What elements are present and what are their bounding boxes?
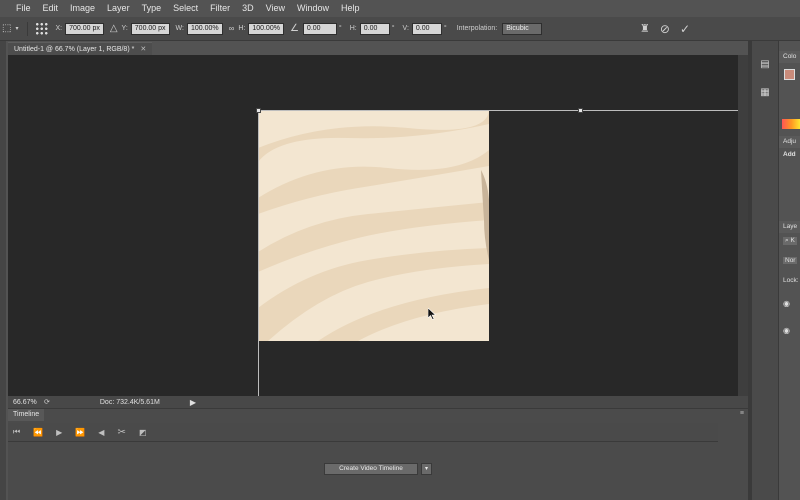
menu-help[interactable]: Help — [335, 0, 366, 17]
menu-type[interactable]: Type — [136, 0, 168, 17]
layers-filter[interactable]: ⌕ K — [783, 237, 797, 245]
x-field[interactable]: 700.00 px — [65, 22, 104, 35]
lock-label: Lock: — [783, 277, 799, 284]
h-label: H: — [238, 25, 246, 32]
play-icon[interactable]: ▶ — [56, 428, 62, 437]
foreground-swatch[interactable] — [784, 69, 795, 80]
create-timeline-dropdown[interactable]: ▾ — [421, 463, 432, 475]
adjustments-panel-tab[interactable]: Adju — [779, 136, 800, 148]
vertical-scrollbar[interactable] — [738, 55, 748, 396]
dropdown-arrow-icon[interactable]: ▾ — [15, 23, 18, 35]
timeline-panel: Timeline ≡ ⏮ ⏪ ▶ ⏩ ◀ ✂ ◩ Create Video Ti… — [8, 408, 748, 500]
interpolation-select[interactable]: Bicubic — [502, 22, 543, 35]
split-icon[interactable]: ✂ — [117, 427, 125, 438]
width-field[interactable]: 100.00% — [186, 22, 223, 35]
hskew-field[interactable]: 0.00 — [359, 22, 390, 35]
tools-panel[interactable] — [0, 41, 6, 500]
document-tab-title: Untitled-1 @ 66.7% (Layer 1, RGB/8) * — [14, 45, 135, 53]
hskew-label: H: — [349, 25, 357, 32]
vskew-unit: ° — [443, 25, 447, 32]
transition-icon[interactable]: ◩ — [139, 428, 147, 437]
timeline-tab[interactable]: Timeline — [8, 409, 45, 421]
stripe-pattern — [258, 110, 489, 341]
menu-file[interactable]: File — [10, 0, 37, 17]
dock-icon-column: ▤ ▦ — [752, 41, 778, 500]
status-menu-arrow-icon[interactable]: ▶ — [190, 398, 196, 407]
transform-handle-top-mid[interactable] — [578, 108, 583, 113]
hskew-unit: ° — [391, 25, 395, 32]
menu-filter[interactable]: Filter — [204, 0, 236, 17]
status-bar: 66.67% ⟳ Doc: 732.4K/5.61M ▶ — [8, 396, 748, 408]
options-bar: ⬚ ▾ X: 700.00 px △ Y: 700.00 px W: 100.0… — [0, 17, 800, 41]
link-icon[interactable]: ∞ — [229, 23, 235, 35]
transform-handle-top-left[interactable] — [256, 108, 261, 113]
menu-window[interactable]: Window — [291, 0, 335, 17]
menu-bar: File Edit Image Layer Type Select Filter… — [0, 0, 800, 17]
x-label: X: — [55, 25, 63, 32]
layer-image[interactable] — [258, 110, 489, 341]
document-tab[interactable]: Untitled-1 @ 66.7% (Layer 1, RGB/8) * ✕ — [8, 42, 153, 55]
interpolation-label: Interpolation: — [456, 25, 498, 32]
angle-field[interactable]: 0.00 — [302, 22, 337, 35]
zoom-level[interactable]: 66.67% — [8, 399, 37, 406]
visibility-eye-icon[interactable]: ◉ — [783, 326, 790, 335]
cancel-transform-icon[interactable]: ⊘ — [660, 23, 670, 35]
warp-icon[interactable]: ♜ — [640, 23, 650, 35]
reference-point-icon[interactable] — [35, 21, 50, 36]
height-field[interactable]: 100.00% — [248, 22, 284, 35]
menu-3d[interactable]: 3D — [236, 0, 260, 17]
cursor-icon — [428, 308, 436, 320]
blend-mode-select[interactable]: Nor — [783, 257, 798, 264]
status-icon[interactable]: ⟳ — [44, 398, 50, 406]
close-tab-icon[interactable]: ✕ — [140, 45, 146, 53]
history-icon[interactable]: ▤ — [757, 59, 773, 73]
transform-tool-icon[interactable]: ⬚ — [2, 23, 11, 35]
separator — [27, 21, 29, 36]
panel-menu-icon[interactable]: ≡ — [740, 410, 744, 417]
vskew-field[interactable]: 0.00 — [411, 22, 442, 35]
menu-image[interactable]: Image — [64, 0, 101, 17]
menu-view[interactable]: View — [260, 0, 291, 17]
y-field[interactable]: 700.00 px — [130, 22, 170, 35]
next-frame-icon[interactable]: ⏩ — [75, 428, 85, 437]
angle-icon: ∠ — [289, 22, 299, 34]
menu-layer[interactable]: Layer — [101, 0, 136, 17]
y-label: Y: — [121, 25, 128, 32]
vskew-label: V: — [402, 25, 409, 32]
create-video-timeline-button[interactable]: Create Video Timeline — [324, 463, 418, 475]
menu-select[interactable]: Select — [167, 0, 204, 17]
adjustments-add: Add — [783, 151, 796, 158]
delta-icon[interactable]: △ — [110, 23, 118, 35]
prev-frame-icon[interactable]: ⏪ — [33, 428, 43, 437]
menu-edit[interactable]: Edit — [37, 0, 65, 17]
w-label: W: — [175, 25, 184, 32]
visibility-eye-icon[interactable]: ◉ — [783, 299, 790, 308]
angle-unit: ° — [338, 25, 342, 32]
commit-transform-icon[interactable]: ✓ — [680, 23, 690, 35]
transform-bbox-top — [258, 110, 738, 111]
timeline-controls: ⏮ ⏪ ▶ ⏩ ◀ ✂ ◩ — [8, 423, 718, 442]
audio-icon[interactable]: ◀ — [98, 428, 104, 437]
doc-size: Doc: 732.4K/5.61M — [99, 398, 160, 406]
color-ramp[interactable] — [782, 119, 800, 129]
right-panel: Colo Adju Add Laye ⌕ K Nor Lock: ◉ ◉ — [778, 41, 800, 500]
canvas-area[interactable] — [8, 55, 738, 396]
properties-icon[interactable]: ▦ — [757, 87, 773, 101]
color-panel-tab[interactable]: Colo — [779, 51, 800, 63]
first-frame-icon[interactable]: ⏮ — [13, 427, 20, 437]
transform-bbox-left — [258, 110, 259, 396]
layers-panel-tab[interactable]: Laye — [779, 221, 800, 233]
